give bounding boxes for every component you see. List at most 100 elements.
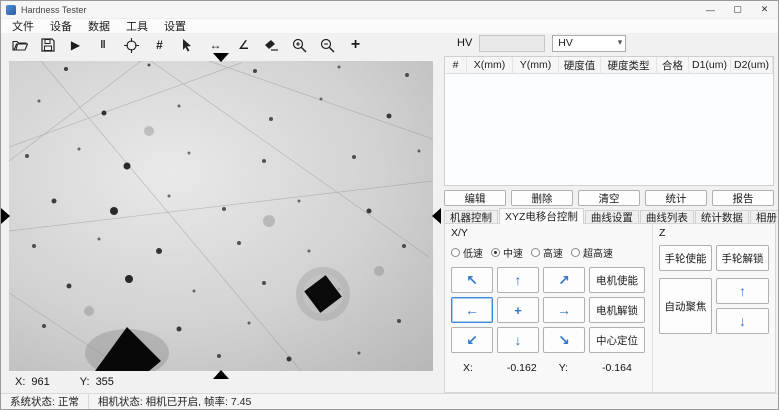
cursor-y-label: Y:	[80, 376, 90, 388]
move-down-right-button[interactable]: ↘	[543, 327, 585, 353]
results-table-body[interactable]	[445, 74, 773, 186]
results-table-header: # X(mm) Y(mm) 硬度值 硬度类型 合格 D1(um) D2(um)	[445, 57, 773, 74]
move-up-right-button[interactable]: ↗	[543, 267, 585, 293]
arrow-down-icon: ↓	[739, 314, 746, 328]
specimen-image[interactable]	[9, 61, 433, 371]
hardness-type-value: HV	[558, 37, 573, 49]
cursor-x-value: 961	[31, 376, 49, 388]
app-window: Hardness Tester — ▢ ✕ 文件 设备 数据 工具 设置 ▶ ‖…	[0, 0, 779, 410]
stage-limit-marker-bottom	[213, 370, 229, 379]
arrow-up-left-icon: ↖	[466, 273, 478, 287]
table-actions: 编辑 删除 清空 统计 报告	[444, 190, 774, 206]
tab-statistics-data[interactable]: 统计数据	[695, 210, 749, 224]
status-bar: 系统状态: 正常 相机状态: 相机已开启, 帧率: 7.45	[1, 393, 778, 409]
clear-button[interactable]: 清空	[578, 190, 640, 206]
play-icon[interactable]: ▶	[66, 36, 85, 55]
z-up-button[interactable]: ↑	[716, 278, 769, 304]
col-y-mm: Y(mm)	[513, 57, 559, 73]
target-icon[interactable]	[122, 36, 141, 55]
xyz-stage-panel: X/Y 低速 中速 高速 超高速	[444, 223, 776, 393]
stage-position: X: -0.162 Y: -0.164	[451, 362, 646, 374]
col-x-mm: X(mm)	[467, 57, 513, 73]
menu-bar: 文件 设备 数据 工具 设置	[1, 19, 778, 33]
crosshair-icon[interactable]: +	[346, 36, 365, 55]
motor-unlock-button[interactable]: 电机解锁	[589, 297, 645, 323]
cursor-icon[interactable]	[178, 36, 197, 55]
stage-limit-marker-left	[1, 208, 10, 224]
zoom-out-icon[interactable]	[318, 36, 337, 55]
move-down-button[interactable]: ↓	[497, 327, 539, 353]
minimize-button[interactable]: —	[697, 1, 724, 18]
app-icon	[6, 5, 16, 15]
hv-label: HV	[457, 37, 472, 49]
move-down-left-button[interactable]: ↙	[451, 327, 493, 353]
z-group: Z 手轮使能 手轮解锁 自动聚焦 ↑ ↓	[653, 224, 775, 392]
tab-machine-control[interactable]: 机器控制	[444, 210, 498, 224]
move-center-button[interactable]: +	[497, 297, 539, 323]
grid-icon[interactable]: #	[150, 36, 169, 55]
move-left-button[interactable]: ←	[451, 297, 493, 323]
arrow-up-icon: ↑	[515, 273, 522, 287]
z-group-title: Z	[659, 227, 769, 239]
arrow-left-icon: ←	[465, 303, 479, 317]
report-button[interactable]: 报告	[712, 190, 774, 206]
menu-settings[interactable]: 设置	[156, 18, 194, 34]
window-title: Hardness Tester	[21, 5, 86, 15]
menu-device[interactable]: 设备	[42, 18, 80, 34]
stage-y-label: Y:	[559, 362, 568, 374]
radio-icon	[491, 248, 500, 257]
autofocus-button[interactable]: 自动聚焦	[659, 278, 712, 334]
angle-measure-icon[interactable]: ∠	[234, 36, 253, 55]
eraser-icon[interactable]	[262, 36, 281, 55]
system-status: 系统状态: 正常	[1, 394, 89, 409]
tab-xyz-stage-control[interactable]: XYZ电移台控制	[499, 208, 584, 224]
jog-grid: ↖ ↑ ↗ 电机使能 ← + → 电机解锁 ↙ ↓ ↘ 中心定位	[451, 267, 646, 353]
edit-button[interactable]: 编辑	[444, 190, 506, 206]
col-d1-um: D1(um)	[689, 57, 731, 73]
close-button[interactable]: ✕	[751, 1, 778, 18]
menu-tools[interactable]: 工具	[118, 18, 156, 34]
stage-y-value: -0.164	[602, 362, 632, 374]
maximize-button[interactable]: ▢	[724, 1, 751, 18]
menu-file[interactable]: 文件	[4, 18, 42, 34]
tab-curve-list[interactable]: 曲线列表	[640, 210, 694, 224]
col-d2-um: D2(um)	[731, 57, 773, 73]
pause-icon[interactable]: ‖	[94, 36, 113, 55]
col-hardness-value: 硬度值	[559, 57, 601, 73]
radio-high-speed[interactable]: 高速	[531, 245, 563, 260]
z-down-button[interactable]: ↓	[716, 308, 769, 334]
move-right-button[interactable]: →	[543, 297, 585, 323]
length-measure-icon[interactable]: ↔	[206, 36, 225, 55]
menu-data[interactable]: 数据	[80, 18, 118, 34]
zoom-in-icon[interactable]	[290, 36, 309, 55]
hv-value-input[interactable]	[479, 35, 545, 52]
center-locate-button[interactable]: 中心定位	[589, 327, 645, 353]
radio-icon	[571, 248, 580, 257]
open-folder-icon[interactable]	[10, 36, 29, 55]
camera-status: 相机状态: 相机已开启, 帧率: 7.45	[89, 394, 260, 409]
title-bar: Hardness Tester — ▢ ✕	[1, 1, 778, 19]
handwheel-enable-button[interactable]: 手轮使能	[659, 245, 712, 271]
results-table: # X(mm) Y(mm) 硬度值 硬度类型 合格 D1(um) D2(um)	[444, 56, 774, 186]
tab-album[interactable]: 相册	[750, 210, 779, 224]
xy-group: X/Y 低速 中速 高速 超高速	[445, 224, 653, 392]
radio-ultra-high-speed[interactable]: 超高速	[571, 245, 613, 260]
save-icon[interactable]	[38, 36, 57, 55]
radio-medium-speed[interactable]: 中速	[491, 245, 523, 260]
arrow-up-icon: ↑	[739, 284, 746, 298]
stage-x-value: -0.162	[507, 362, 537, 374]
cursor-y-value: 355	[96, 376, 114, 388]
arrow-down-icon: ↓	[515, 333, 522, 347]
handwheel-unlock-button[interactable]: 手轮解锁	[716, 245, 769, 271]
move-up-button[interactable]: ↑	[497, 267, 539, 293]
stage-limit-marker-right	[432, 208, 441, 224]
statistics-button[interactable]: 统计	[645, 190, 707, 206]
delete-button[interactable]: 删除	[511, 190, 573, 206]
xy-group-title: X/Y	[451, 227, 646, 239]
hardness-type-select[interactable]: HV ▾	[552, 35, 626, 52]
tab-curve-settings[interactable]: 曲线设置	[585, 210, 639, 224]
motor-enable-button[interactable]: 电机使能	[589, 267, 645, 293]
move-up-left-button[interactable]: ↖	[451, 267, 493, 293]
radio-low-speed[interactable]: 低速	[451, 245, 483, 260]
stage-x-label: X:	[463, 362, 473, 374]
